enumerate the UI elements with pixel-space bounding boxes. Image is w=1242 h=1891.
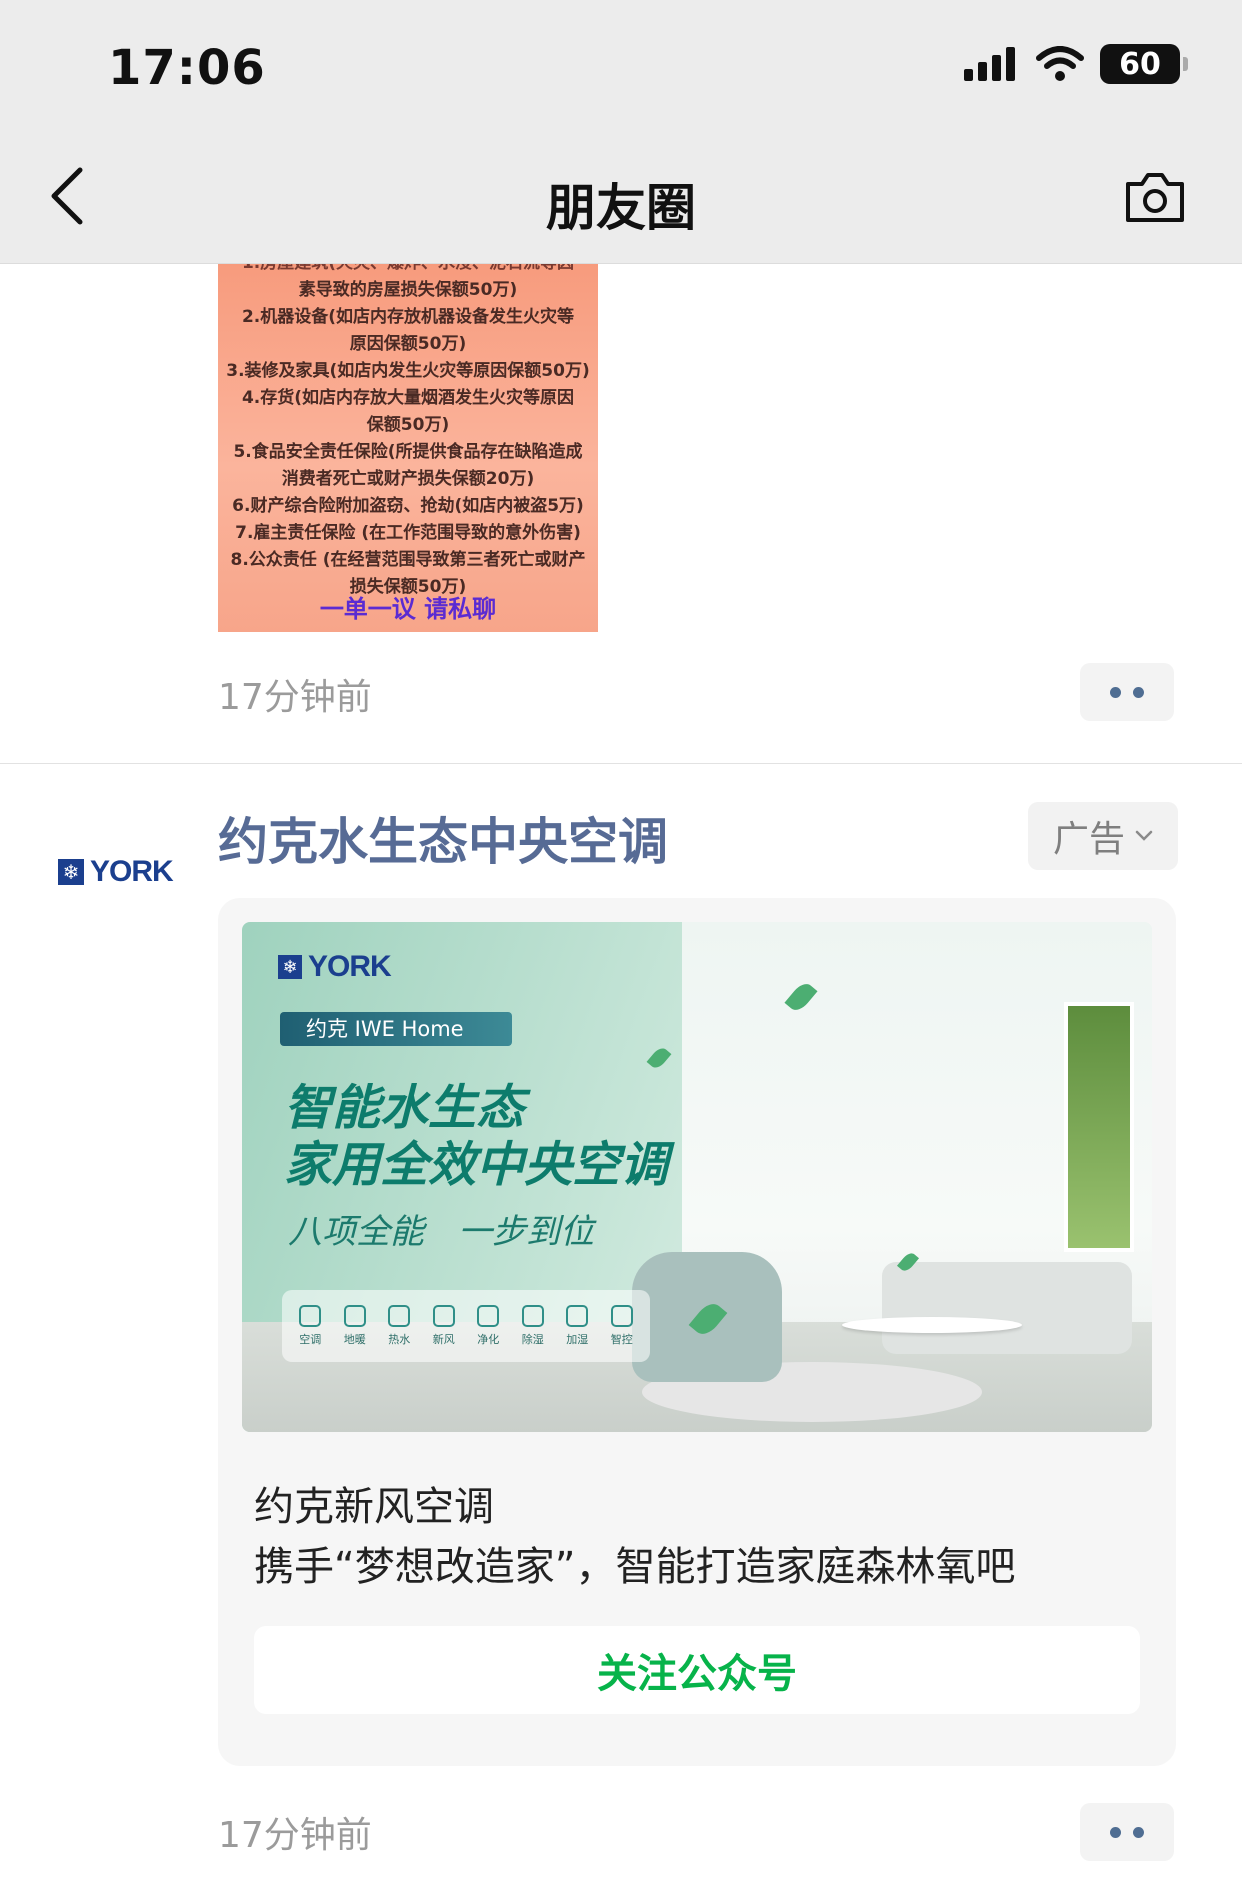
image-line: 消费者死亡或财产损失保额20万) <box>281 469 535 489</box>
feature-label: 地暖 <box>343 1333 366 1346</box>
feature-item: 新风 <box>432 1305 455 1347</box>
banner-logo-text: YORK <box>308 950 392 983</box>
hot-water-icon <box>388 1305 411 1327</box>
feature-item: 地暖 <box>343 1305 366 1347</box>
advertiser-avatar[interactable]: ❄ YORK <box>58 852 186 892</box>
feature-label: 加湿 <box>566 1333 589 1346</box>
top-bar: 17:06 60 朋友圈 <box>0 0 1242 264</box>
ad-title: 约克新风空调 <box>254 1484 494 1530</box>
image-cta: 一单一议 请私聊 <box>319 595 497 623</box>
feature-item: 净化 <box>477 1305 500 1347</box>
feature-label: 智控 <box>610 1333 633 1346</box>
ad-tag-button[interactable]: 广告 <box>1028 802 1178 870</box>
avatar-logo-text: YORK <box>90 855 174 888</box>
image-line: 保额50万) <box>366 415 450 435</box>
feature-item: 智控 <box>610 1305 633 1347</box>
battery-indicator: 60 <box>1100 44 1188 84</box>
banner-window <box>1064 1002 1134 1252</box>
ad-card[interactable]: ❄ YORK 约克 IWE Home 智能水生态 家用全效中央空调 八项全能 一… <box>218 898 1176 1766</box>
image-line: 2.机器设备(如店内存放机器设备发生火灾等 <box>241 307 575 327</box>
feature-label: 空调 <box>299 1333 322 1346</box>
air-conditioner-icon <box>299 1305 322 1327</box>
advertiser-name[interactable]: 约克水生态中央空调 <box>218 802 668 874</box>
follow-official-account-button[interactable]: 关注公众号 <box>254 1626 1140 1714</box>
ad-time: 17分钟前 <box>218 1815 372 1856</box>
image-line: 6.财产综合险附加盗窃、抢劫(如店内被盗5万) <box>232 496 584 516</box>
banner-features: 空调 地暖 热水 新风 净化 除湿 加湿 智控 <box>282 1290 650 1362</box>
post-image-text: 1.房屋建筑(火灾、爆炸、水浸、泥石流等因 素导致的房屋损失保额50万) 2.机… <box>218 264 598 601</box>
snowflake-icon: ❄ <box>278 955 302 979</box>
snowflake-icon: ❄ <box>58 859 84 885</box>
banner-pill: 约克 IWE Home <box>280 1012 512 1046</box>
dot-icon <box>1110 686 1121 698</box>
feature-item: 除湿 <box>521 1305 544 1347</box>
banner-table <box>842 1317 1022 1333</box>
image-line: 4.存货(如店内存放大量烟酒发生火灾等原因 <box>241 388 575 408</box>
cellular-signal-icon <box>964 47 1015 81</box>
smart-control-icon <box>610 1305 633 1327</box>
feature-label: 新风 <box>432 1333 455 1346</box>
post-divider <box>0 763 1242 764</box>
floor-heating-icon <box>343 1305 366 1327</box>
ad-description: 携手“梦想改造家”，智能打造家庭森林氧吧 <box>254 1544 1016 1590</box>
ad-tag-label: 广告 <box>1052 819 1125 860</box>
camera-icon[interactable] <box>1124 170 1186 224</box>
ad-banner-image[interactable]: ❄ YORK 约克 IWE Home 智能水生态 家用全效中央空调 八项全能 一… <box>242 922 1152 1432</box>
banner-headline: 家用全效中央空调 <box>284 1137 669 1193</box>
more-options-button[interactable] <box>1080 1803 1174 1861</box>
feature-label: 热水 <box>388 1333 411 1346</box>
humidify-icon <box>566 1305 589 1327</box>
image-line: 原因保额50万) <box>349 334 467 354</box>
fresh-air-icon <box>432 1305 455 1327</box>
banner-subline: 八项全能 一步到位 <box>288 1212 594 1252</box>
image-line: 7.雇主责任保险 (在工作范围导致的意外伤害) <box>235 523 581 543</box>
banner-logo: ❄ YORK <box>278 950 392 984</box>
post-image[interactable]: 1.房屋建筑(火灾、爆炸、水浸、泥石流等因 素导致的房屋损失保额50万) 2.机… <box>218 264 598 632</box>
feature-label: 净化 <box>477 1333 500 1346</box>
banner-sofa <box>882 1262 1132 1354</box>
chevron-down-icon <box>1135 830 1153 841</box>
feature-item: 空调 <box>299 1305 322 1347</box>
status-icons: 60 <box>964 44 1188 84</box>
image-line: 1.房屋建筑(火灾、爆炸、水浸、泥石流等因 <box>218 264 598 277</box>
leaf-icon <box>646 1045 672 1071</box>
image-line: 5.食品安全责任保险(所提供食品存在缺陷造成 <box>233 442 583 462</box>
wifi-icon <box>1036 46 1084 81</box>
dot-icon <box>1133 1826 1144 1838</box>
dot-icon <box>1110 1826 1121 1838</box>
page-title: 朋友圈 <box>546 179 696 237</box>
more-options-button[interactable] <box>1080 663 1174 721</box>
battery-level: 60 <box>1119 46 1161 82</box>
dot-icon <box>1133 686 1144 698</box>
status-time: 17:06 <box>108 40 266 96</box>
image-line: 8.公众责任 (在经营范围导致第三者死亡或财产 <box>230 550 586 570</box>
post-time: 17分钟前 <box>218 677 372 718</box>
dehumidify-icon <box>521 1305 544 1327</box>
purify-icon <box>477 1305 500 1327</box>
feature-item: 加湿 <box>566 1305 589 1347</box>
image-line: 素导致的房屋损失保额50万) <box>298 280 518 300</box>
feature-label: 除湿 <box>521 1333 544 1346</box>
feature-item: 热水 <box>388 1305 411 1347</box>
banner-headline: 智能水生态 <box>284 1080 525 1136</box>
image-line: 3.装修及家具(如店内发生火灾等原因保额50万) <box>226 361 590 381</box>
